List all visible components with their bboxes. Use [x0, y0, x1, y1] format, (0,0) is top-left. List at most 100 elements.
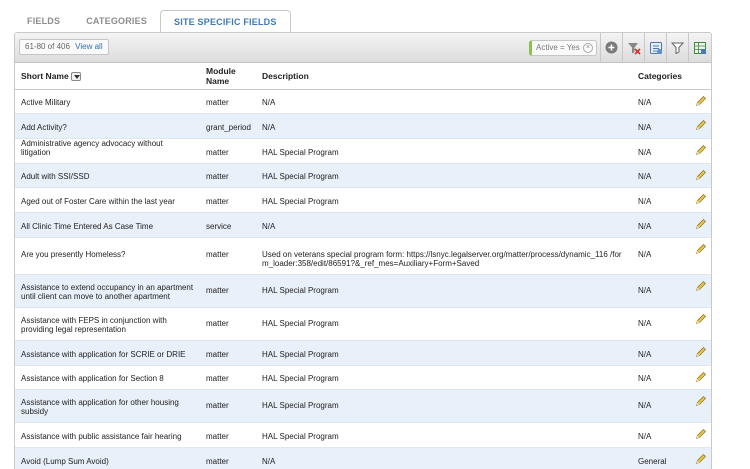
table-row: Avoid (Lump Sum Avoid) matter N/A Genera… — [15, 447, 711, 469]
categories-cell: N/A — [632, 274, 684, 308]
description-cell: N/A — [256, 212, 632, 238]
description-cell: N/A — [256, 89, 632, 114]
categories-cell: N/A — [632, 113, 684, 139]
tab-bar: FIELDS CATEGORIES SITE SPECIFIC FIELDS — [14, 10, 291, 33]
categories-cell: N/A — [632, 237, 684, 275]
short-name-cell: Assistance with public assistance fair h… — [15, 422, 200, 448]
active-filter-chip[interactable]: Active = Yes × — [529, 40, 597, 56]
description-header[interactable]: Description — [256, 63, 632, 90]
module-name-header[interactable]: Module Name — [200, 63, 256, 90]
edit-cell — [684, 212, 711, 238]
table-header-row: Short Name Module Name Description Categ… — [15, 63, 711, 90]
edit-cell — [684, 365, 711, 390]
tab-site-specific-fields[interactable]: SITE SPECIFIC FIELDS — [160, 10, 291, 33]
add-icon — [605, 41, 618, 54]
description-cell: HAL Special Program — [256, 307, 632, 341]
record-range: 61-80 of 406 — [25, 42, 70, 51]
categories-header[interactable]: Categories — [632, 63, 684, 90]
edit-pencil-icon[interactable] — [695, 218, 707, 232]
short-name-cell: Add Activity? — [15, 113, 200, 139]
short-name-cell: Active Military — [15, 89, 200, 114]
filter-chip-label: Active = Yes — [536, 43, 580, 52]
table-row: Assistance with public assistance fair h… — [15, 422, 711, 448]
edit-cell — [684, 389, 711, 423]
edit-pencil-icon[interactable] — [695, 371, 707, 385]
view-all-link[interactable]: View all — [75, 42, 102, 51]
table-row: Adult with SSI/SSD matter HAL Special Pr… — [15, 163, 711, 188]
edit-pencil-icon[interactable] — [695, 313, 707, 327]
description-cell: HAL Special Program — [256, 163, 632, 188]
short-name-cell: All Clinic Time Entered As Case Time — [15, 212, 200, 238]
short-name-header[interactable]: Short Name — [15, 63, 200, 90]
short-name-cell: Aged out of Foster Care within the last … — [15, 187, 200, 213]
remove-filter-icon[interactable]: × — [583, 43, 593, 53]
edit-pencil-icon[interactable] — [695, 453, 707, 467]
table-row: Administrative agency advocacy without l… — [15, 138, 711, 164]
add-button[interactable] — [600, 33, 622, 62]
table-row: Assistance with FEPS in conjunction with… — [15, 307, 711, 341]
categories-cell: N/A — [632, 163, 684, 188]
table-row: Assistance with application for Section … — [15, 365, 711, 390]
edit-cell — [684, 422, 711, 448]
export-button[interactable] — [644, 33, 666, 62]
short-name-cell: Assistance with application for SCRIE or… — [15, 340, 200, 366]
edit-pencil-icon[interactable] — [695, 169, 707, 183]
edit-cell — [684, 274, 711, 308]
categories-cell: N/A — [632, 89, 684, 114]
tab-categories[interactable]: CATEGORIES — [73, 10, 160, 32]
edit-cell — [684, 340, 711, 366]
description-cell: HAL Special Program — [256, 422, 632, 448]
short-name-cell: Assistance to extend occupancy in an apa… — [15, 274, 200, 308]
module-cell: matter — [200, 163, 256, 188]
spreadsheet-button[interactable] — [688, 33, 710, 62]
clear-filter-icon — [627, 42, 641, 55]
pagination-info: 61-80 of 406 View all — [19, 39, 109, 55]
categories-cell: N/A — [632, 187, 684, 213]
short-name-cell: Assistance with application for other ho… — [15, 389, 200, 423]
module-cell: matter — [200, 307, 256, 341]
table-row: Active Military matter N/A N/A — [15, 89, 711, 114]
module-cell: grant_period — [200, 113, 256, 139]
module-cell: matter — [200, 365, 256, 390]
description-cell: N/A — [256, 113, 632, 139]
edit-pencil-icon[interactable] — [695, 193, 707, 207]
edit-cell — [684, 138, 711, 164]
categories-cell: N/A — [632, 422, 684, 448]
toolbar: 61-80 of 406 View all Active = Yes × — [15, 33, 711, 63]
edit-pencil-icon[interactable] — [695, 428, 707, 442]
module-cell: service — [200, 212, 256, 238]
categories-cell: N/A — [632, 365, 684, 390]
description-cell: N/A — [256, 447, 632, 469]
edit-cell — [684, 447, 711, 469]
edit-cell — [684, 163, 711, 188]
module-cell: matter — [200, 138, 256, 164]
edit-pencil-icon[interactable] — [695, 144, 707, 158]
edit-pencil-icon[interactable] — [695, 395, 707, 409]
description-cell: HAL Special Program — [256, 340, 632, 366]
table-row: Assistance with application for other ho… — [15, 389, 711, 423]
edit-pencil-icon[interactable] — [695, 243, 707, 257]
module-cell: matter — [200, 187, 256, 213]
clear-filter-button[interactable] — [622, 33, 644, 62]
filter-button[interactable] — [666, 33, 688, 62]
module-cell: matter — [200, 447, 256, 469]
edit-cell — [684, 237, 711, 275]
categories-cell: N/A — [632, 307, 684, 341]
fields-table: Short Name Module Name Description Categ… — [15, 63, 711, 469]
sort-dropdown-icon[interactable] — [70, 71, 81, 81]
module-cell: matter — [200, 237, 256, 275]
edit-pencil-icon[interactable] — [695, 346, 707, 360]
description-cell: HAL Special Program — [256, 389, 632, 423]
export-icon — [649, 41, 662, 54]
categories-cell: N/A — [632, 138, 684, 164]
edit-cell — [684, 89, 711, 114]
filter-icon — [671, 42, 684, 54]
edit-cell — [684, 187, 711, 213]
edit-pencil-icon[interactable] — [695, 280, 707, 294]
edit-cell — [684, 307, 711, 341]
edit-pencil-icon[interactable] — [695, 95, 707, 109]
tab-fields[interactable]: FIELDS — [14, 10, 73, 32]
categories-cell: N/A — [632, 212, 684, 238]
categories-cell: General — [632, 447, 684, 469]
edit-pencil-icon[interactable] — [695, 119, 707, 133]
